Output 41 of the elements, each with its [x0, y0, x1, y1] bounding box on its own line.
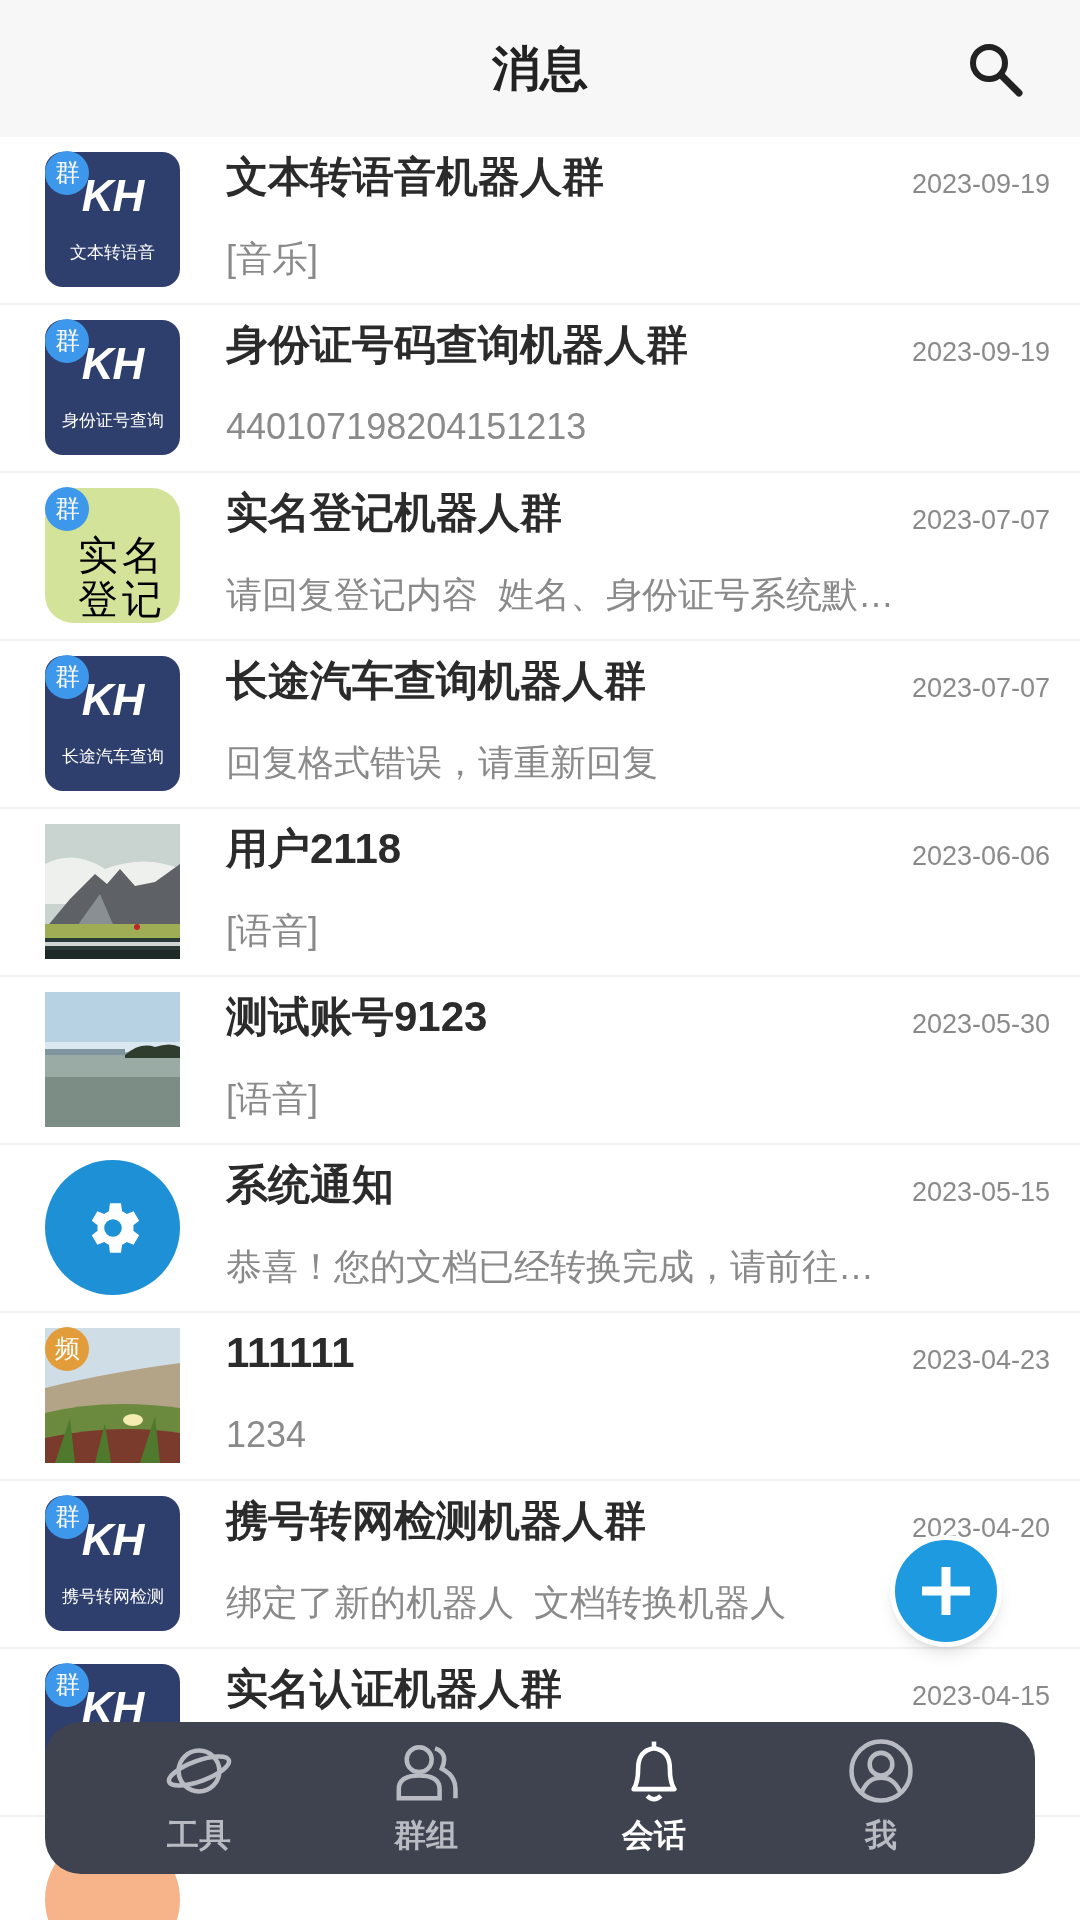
message-preview: 请回复登记内容 姓名、身份证号系统默… [226, 573, 894, 617]
conversation-date: 2023-07-07 [911, 504, 1050, 537]
avatar-caption: 长途汽车查询 [61, 746, 164, 768]
avatar-text: 实名 [78, 533, 166, 577]
conversation-title[interactable]: 实名认证机器人群 [226, 1657, 562, 1720]
message-preview: [语音] [226, 909, 318, 953]
message-preview: 1234 [226, 1413, 307, 1457]
conversation-title[interactable]: 用户2118 [226, 817, 402, 880]
tab-button[interactable]: 工具 [128, 1737, 269, 1859]
message-preview: 回复格式错误，请重新回复 [226, 741, 658, 785]
message-preview: 恭喜！您的文档已经转换完成，请前往… [226, 1245, 874, 1289]
conversation-date: 2023-04-23 [911, 1344, 1050, 1377]
conversation-title[interactable]: 文本转语音机器人群 [226, 145, 604, 208]
conversation-date: 2023-05-15 [911, 1176, 1050, 1209]
conversation-title[interactable]: 测试账号9123 [226, 985, 488, 1048]
tab-button[interactable]: 会话 [583, 1737, 724, 1859]
conversation-title[interactable]: 携号转网检测机器人群 [226, 1489, 646, 1552]
conversation-date: 2023-05-30 [911, 1008, 1050, 1041]
conversation-date: 2023-07-07 [911, 672, 1050, 705]
page-title: 消息 [492, 40, 588, 97]
tab-button[interactable]: 我 [811, 1737, 952, 1859]
message-preview: [语音] [226, 1077, 318, 1121]
message-preview: 440107198204151213 [226, 405, 587, 449]
conversation-title[interactable]: 身份证号码查询机器人群 [226, 313, 688, 376]
conversation-title[interactable]: 系统通知 [226, 1153, 394, 1216]
conversation-date: 2023-09-19 [911, 336, 1050, 369]
conversation-date: 2023-04-20 [911, 1512, 1050, 1545]
conversation-date: 2023-04-15 [911, 1680, 1050, 1713]
conversation-date: 2023-06-06 [911, 840, 1050, 873]
tab-button[interactable]: 群组 [356, 1737, 497, 1859]
conversation-date: 2023-09-19 [911, 168, 1050, 201]
message-preview: 绑定了新的机器人 文档转换机器人 [226, 1581, 786, 1625]
conversation-title[interactable]: 实名登记机器人群 [226, 481, 562, 544]
conversation-title[interactable]: 长途汽车查询机器人群 [226, 649, 646, 712]
avatar-caption: 身份证号查询 [61, 410, 164, 432]
person-icon [847, 1737, 916, 1805]
avatar-caption: 文本转语音 [70, 242, 155, 264]
conversation-title[interactable]: 111111 [226, 1321, 355, 1384]
avatar-text: 登记 [78, 577, 166, 621]
avatar-caption: 携号转网检测 [61, 1586, 164, 1608]
message-preview: [音乐] [226, 237, 318, 281]
